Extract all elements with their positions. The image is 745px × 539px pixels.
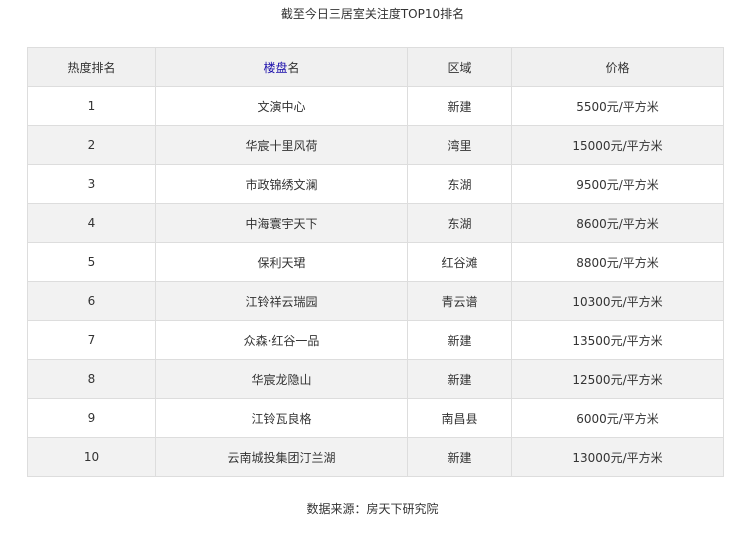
cell-name: 江铃瓦良格 (155, 398, 408, 438)
ranking-table: 热度排名 楼盘名 区域 价格 1 文演中心 新建 5500元/平方米 2 华宸十… (27, 47, 724, 477)
cell-name: 江铃祥云瑞园 (155, 281, 408, 321)
table-header-row: 热度排名 楼盘名 区域 价格 (27, 47, 724, 87)
cell-name: 市政锦绣文澜 (155, 164, 408, 204)
cell-rank: 9 (27, 398, 156, 438)
cell-rank: 1 (27, 86, 156, 126)
table-row: 7 众森·红谷一品 新建 13500元/平方米 (27, 320, 724, 360)
cell-price: 13000元/平方米 (511, 437, 724, 477)
cell-district: 湾里 (407, 125, 512, 165)
table-row: 9 江铃瓦良格 南昌县 6000元/平方米 (27, 398, 724, 438)
cell-district: 青云谱 (407, 281, 512, 321)
cell-district: 东湖 (407, 164, 512, 204)
page-title: 截至今日三居室关注度TOP10排名 (280, 7, 465, 21)
cell-price: 8800元/平方米 (511, 242, 724, 282)
project-link[interactable]: 楼盘 (263, 61, 287, 75)
cell-price: 15000元/平方米 (511, 125, 724, 165)
table-row: 3 市政锦绣文澜 东湖 9500元/平方米 (27, 164, 724, 204)
header-rank: 热度排名 (27, 47, 156, 87)
cell-district: 南昌县 (407, 398, 512, 438)
data-source-note: 数据来源：房天下研究院 (306, 502, 439, 516)
cell-name: 众森·红谷一品 (155, 320, 408, 360)
cell-district: 新建 (407, 437, 512, 477)
cell-name: 中海寰宇天下 (155, 203, 408, 243)
cell-price: 13500元/平方米 (511, 320, 724, 360)
cell-price: 6000元/平方米 (511, 398, 724, 438)
cell-name: 华宸龙隐山 (155, 359, 408, 399)
table-row: 8 华宸龙隐山 新建 12500元/平方米 (27, 359, 724, 399)
header-project: 楼盘名 (155, 47, 408, 87)
cell-price: 9500元/平方米 (511, 164, 724, 204)
cell-rank: 10 (27, 437, 156, 477)
cell-price: 5500元/平方米 (511, 86, 724, 126)
table-row: 5 保利天珺 红谷滩 8800元/平方米 (27, 242, 724, 282)
cell-district: 新建 (407, 359, 512, 399)
cell-name: 文演中心 (155, 86, 408, 126)
cell-district: 新建 (407, 86, 512, 126)
header-district: 区域 (407, 47, 512, 87)
cell-name: 保利天珺 (155, 242, 408, 282)
table-row: 10 云南城投集团汀兰湖 新建 13000元/平方米 (27, 437, 724, 477)
cell-price: 10300元/平方米 (511, 281, 724, 321)
cell-district: 红谷滩 (407, 242, 512, 282)
cell-district: 东湖 (407, 203, 512, 243)
cell-rank: 8 (27, 359, 156, 399)
table-row: 4 中海寰宇天下 东湖 8600元/平方米 (27, 203, 724, 243)
cell-rank: 3 (27, 164, 156, 204)
cell-district: 新建 (407, 320, 512, 360)
page: 截至今日三居室关注度TOP10排名 热度排名 楼盘名 区域 价格 1 文演中心 … (0, 0, 745, 539)
cell-rank: 4 (27, 203, 156, 243)
table-row: 1 文演中心 新建 5500元/平方米 (27, 86, 724, 126)
cell-name: 华宸十里风荷 (155, 125, 408, 165)
header-project-suffix: 名 (287, 60, 300, 75)
table-row: 2 华宸十里风荷 湾里 15000元/平方米 (27, 125, 724, 165)
cell-rank: 6 (27, 281, 156, 321)
cell-name: 云南城投集团汀兰湖 (155, 437, 408, 477)
cell-rank: 7 (27, 320, 156, 360)
cell-rank: 2 (27, 125, 156, 165)
table-row: 6 江铃祥云瑞园 青云谱 10300元/平方米 (27, 281, 724, 321)
header-price: 价格 (511, 47, 724, 87)
cell-price: 8600元/平方米 (511, 203, 724, 243)
cell-rank: 5 (27, 242, 156, 282)
cell-price: 12500元/平方米 (511, 359, 724, 399)
